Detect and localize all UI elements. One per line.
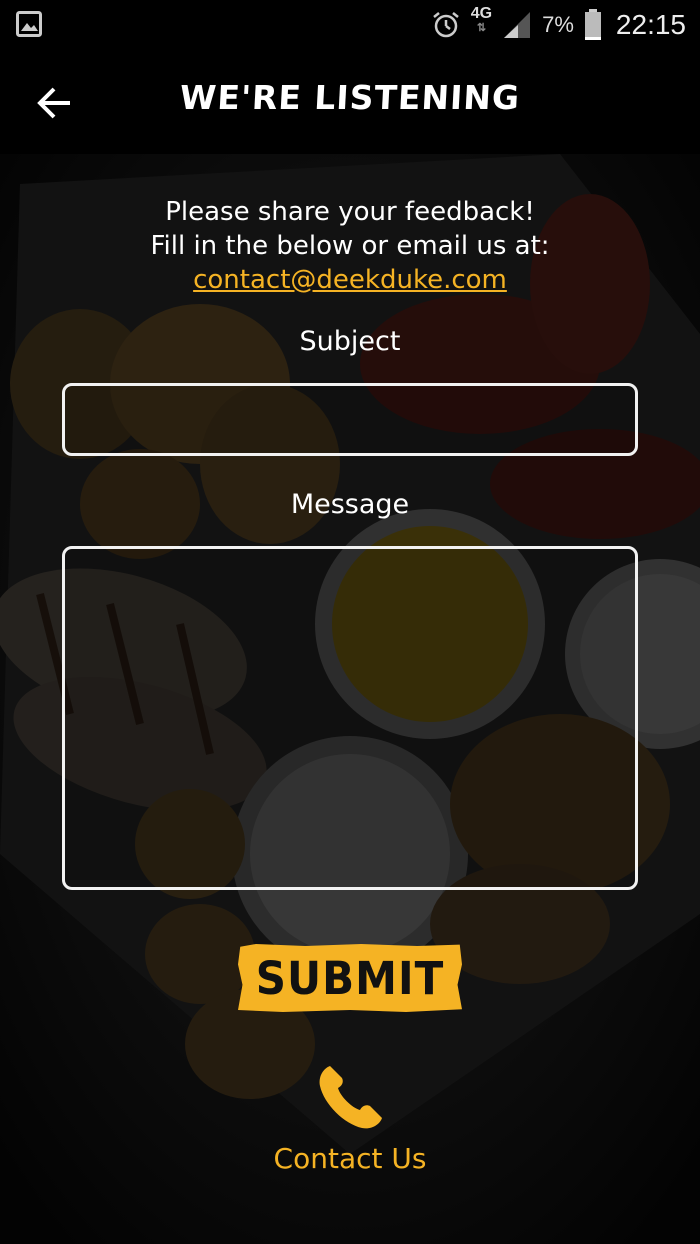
battery-percent: 7% — [542, 12, 574, 37]
intro-line-2: Fill in the below or email us at: — [150, 231, 550, 261]
message-textarea[interactable] — [62, 546, 638, 890]
gallery-icon — [16, 11, 42, 37]
app-bar: WE'RE LISTENING — [0, 50, 700, 154]
status-bar: 4G ⇅ 7% 22:15 — [0, 0, 700, 50]
message-label: Message — [290, 489, 410, 520]
submit-button[interactable]: SUBMIT — [238, 944, 462, 1012]
network-type: 4G — [470, 5, 493, 22]
subject-label: Subject — [299, 326, 401, 357]
phone-icon — [319, 1066, 382, 1129]
network-indicator: 4G ⇅ — [470, 5, 493, 35]
email-link[interactable]: contact@deekduke.com — [193, 265, 507, 295]
alarm-icon — [433, 12, 459, 38]
intro-text: Please share your feedback! Fill in the … — [0, 195, 700, 297]
contact-us-label: Contact Us — [273, 1142, 427, 1175]
submit-label: SUBMIT — [255, 951, 445, 1005]
subject-input[interactable] — [62, 383, 638, 456]
signal-icon — [504, 12, 531, 38]
clock: 22:15 — [615, 9, 686, 40]
battery-icon — [584, 9, 601, 40]
page-title: WE'RE LISTENING — [178, 78, 522, 117]
intro-line-1: Please share your feedback! — [165, 197, 535, 227]
network-arrows-icon: ⇅ — [476, 22, 487, 34]
contact-us-button[interactable]: Contact Us — [250, 1060, 450, 1175]
